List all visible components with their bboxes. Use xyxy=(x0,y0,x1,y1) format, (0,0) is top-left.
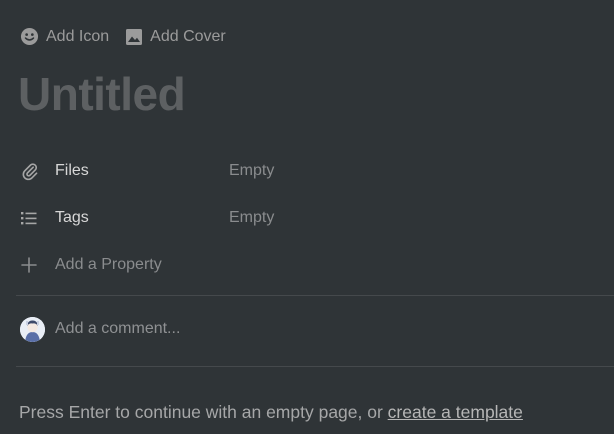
property-name-tags: Tags xyxy=(55,209,89,226)
property-row-tags[interactable]: Tags Empty xyxy=(20,206,600,230)
page-header-actions: Add Icon Add Cover xyxy=(20,27,226,46)
add-cover-button[interactable]: Add Cover xyxy=(125,28,226,46)
add-cover-label: Add Cover xyxy=(150,27,226,45)
empty-page-hint-text: Press Enter to continue with an empty pa… xyxy=(19,402,388,422)
comment-placeholder: Add a comment... xyxy=(55,320,181,337)
list-icon xyxy=(20,206,44,230)
property-name-files: Files xyxy=(55,162,89,179)
paperclip-icon xyxy=(20,159,44,183)
empty-page-hint: Press Enter to continue with an empty pa… xyxy=(19,402,523,423)
page-title[interactable]: Untitled xyxy=(18,66,186,122)
add-property-label: Add a Property xyxy=(55,256,162,273)
divider xyxy=(16,295,614,296)
page-editor: Add Icon Add Cover Untitled Files Empty xyxy=(0,0,614,434)
add-icon-label: Add Icon xyxy=(46,27,110,45)
plus-icon xyxy=(20,253,44,277)
property-value-tags[interactable]: Empty xyxy=(229,209,274,227)
comment-input[interactable]: Add a comment... xyxy=(20,316,180,342)
image-icon xyxy=(125,28,143,46)
avatar xyxy=(20,316,45,342)
smiley-face-icon xyxy=(20,27,39,46)
property-row-files[interactable]: Files Empty xyxy=(20,159,600,183)
property-value-files[interactable]: Empty xyxy=(229,162,274,180)
divider xyxy=(16,366,614,367)
add-icon-button[interactable]: Add Icon xyxy=(20,27,109,46)
add-property-button[interactable]: Add a Property xyxy=(20,253,600,277)
create-template-link[interactable]: create a template xyxy=(388,402,523,422)
